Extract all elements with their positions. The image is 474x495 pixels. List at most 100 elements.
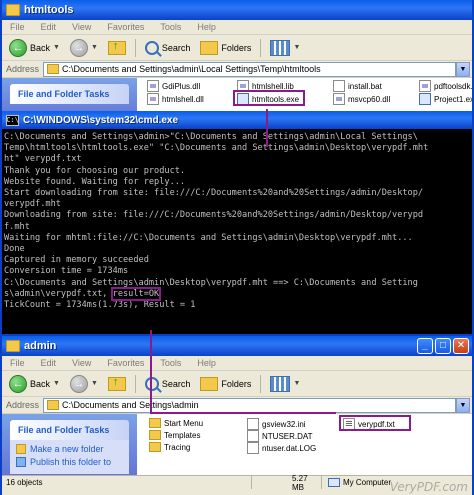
back-arrow-icon: ← (9, 38, 27, 57)
my-computer-icon (328, 478, 340, 487)
back-button[interactable]: ← Back ▼ (6, 373, 63, 395)
search-icon (144, 40, 159, 55)
up-folder-button[interactable] (105, 373, 129, 395)
exe-file-icon (419, 93, 431, 105)
highlight-verypdf-txt (339, 415, 411, 431)
console-line: TickCount = 1734ms(1.73s), Result = 1 (4, 300, 196, 311)
file-name: Project1.ex (434, 94, 474, 104)
close-button[interactable]: ✕ (453, 338, 469, 354)
file-item[interactable]: Project1.ex (419, 93, 474, 105)
address-input[interactable]: C:\Documents and Settings\admin (43, 397, 456, 413)
file-item[interactable]: gsview32.ini (247, 418, 306, 430)
publish-web-icon (16, 457, 26, 467)
menu-view[interactable]: View (72, 22, 91, 32)
folders-button[interactable]: Folders (197, 373, 254, 395)
menu-help[interactable]: Help (197, 358, 216, 368)
console-line: ht" verypdf.txt (4, 154, 82, 165)
views-button[interactable]: ▼ (267, 37, 303, 59)
console-output[interactable]: C:\Documents and Settings\admin>"C:\Docu… (2, 129, 472, 328)
address-dropdown[interactable]: ▼ (456, 61, 470, 77)
address-dropdown[interactable]: ▼ (456, 397, 470, 413)
file-item[interactable]: msvcp60.dll (333, 93, 390, 105)
chevron-down-icon: ▼ (293, 380, 301, 387)
file-name: gsview32.ini (262, 419, 306, 429)
connector-line (266, 109, 268, 147)
menu-help[interactable]: Help (197, 22, 216, 32)
menu-favorites[interactable]: Favorites (107, 22, 144, 32)
menu-file[interactable]: File (10, 22, 25, 32)
top-window-titlebar[interactable]: htmltools (2, 0, 472, 20)
highlight-htmltools-exe (233, 90, 305, 106)
file-name: msvcp60.dll (348, 94, 391, 104)
back-arrow-icon: ← (9, 374, 27, 393)
chevron-down-icon: ▼ (90, 380, 98, 387)
back-button[interactable]: ← Back ▼ (6, 37, 63, 59)
dll-file-icon (333, 93, 345, 105)
file-item[interactable]: NTUSER.DAT (247, 430, 313, 442)
views-icon (270, 39, 291, 56)
task-publish-folder[interactable]: Publish this folder to (16, 457, 123, 467)
top-explorer-window: htmltools File Edit View Favorites Tools… (0, 0, 474, 118)
top-menubar: File Edit View Favorites Tools Help (2, 20, 472, 35)
console-line: C:\Documents and Settings\admin>"C:\Docu… (4, 132, 418, 142)
folders-button[interactable]: Folders (197, 37, 254, 59)
file-item[interactable]: install.bat (333, 80, 382, 92)
file-name: Tracing (164, 442, 191, 452)
folder-item[interactable]: Tracing (149, 442, 190, 452)
task-header[interactable]: File and Folder Tasks (10, 84, 129, 104)
address-input[interactable]: C:\Documents and Settings\admin\Local Se… (43, 61, 456, 77)
chevron-down-icon: ▼ (53, 44, 60, 51)
menu-view[interactable]: View (72, 358, 91, 368)
task-label: Publish this folder to (30, 457, 112, 467)
toolbar-separator (134, 374, 136, 393)
file-item[interactable]: pdftoolsdk. (419, 80, 473, 92)
folder-icon (47, 64, 60, 74)
search-label: Search (161, 42, 191, 53)
console-line: s\admin\verypdf.txt, (4, 288, 113, 299)
result-ok-highlight: result=OK (110, 286, 162, 301)
forward-button[interactable]: → ▼ (67, 373, 101, 395)
connector-line (150, 330, 152, 414)
file-item[interactable]: ntuser.dat.LOG (247, 442, 316, 454)
status-location: My Computer (322, 478, 391, 487)
bottom-window-titlebar[interactable]: admin _ □ ✕ (2, 336, 472, 356)
window-controls: _ □ ✕ (417, 338, 469, 354)
maximize-button[interactable]: □ (435, 338, 451, 354)
bottom-toolbar: ← Back ▼ → ▼ Search Folders ▼ (2, 371, 472, 397)
file-item[interactable]: GdiPlus.dll (147, 80, 200, 92)
task-make-new-folder[interactable]: Make a new folder (16, 444, 123, 454)
menu-tools[interactable]: Tools (160, 22, 181, 32)
menu-edit[interactable]: Edit (41, 358, 57, 368)
task-header[interactable]: File and Folder Tasks (10, 420, 129, 440)
up-folder-button[interactable] (105, 37, 129, 59)
dll-file-icon (147, 80, 159, 92)
file-name: Start Menu (164, 418, 204, 428)
address-path: C:\Documents and Settings\admin\Local Se… (62, 64, 321, 74)
menu-file[interactable]: File (10, 358, 25, 368)
folder-icon (47, 400, 60, 410)
back-label: Back (30, 42, 51, 53)
menu-tools[interactable]: Tools (160, 358, 181, 368)
bottom-content: File and Folder Tasks Make a new folder … (2, 414, 472, 475)
ini-file-icon (247, 418, 259, 430)
menu-favorites[interactable]: Favorites (107, 358, 144, 368)
forward-arrow-icon: → (69, 38, 88, 57)
console-line: Thank you for choosing our product. (4, 165, 186, 176)
cmd-titlebar[interactable]: C:\ C:\WINDOWS\system32\cmd.exe (2, 111, 472, 129)
file-name: pdftoolsdk. (434, 81, 473, 91)
menu-edit[interactable]: Edit (41, 22, 57, 32)
folder-icon (149, 442, 161, 452)
minimize-button[interactable]: _ (417, 338, 433, 354)
search-button[interactable]: Search (142, 37, 194, 59)
console-line: Waiting for mhtml:file://C:\Documents an… (4, 232, 413, 243)
console-line: Captured in memory succeeded (4, 255, 149, 266)
folder-item[interactable]: Templates (149, 430, 200, 440)
folder-item[interactable]: Start Menu (149, 418, 203, 428)
folders-label: Folders (221, 378, 252, 389)
task-body: Make a new folder Publish this folder to (10, 440, 129, 474)
folders-icon (200, 376, 219, 391)
forward-button[interactable]: → ▼ (67, 37, 101, 59)
file-item[interactable]: htmlshell.dll (147, 93, 204, 105)
views-button[interactable]: ▼ (267, 373, 303, 395)
views-icon (270, 375, 291, 392)
